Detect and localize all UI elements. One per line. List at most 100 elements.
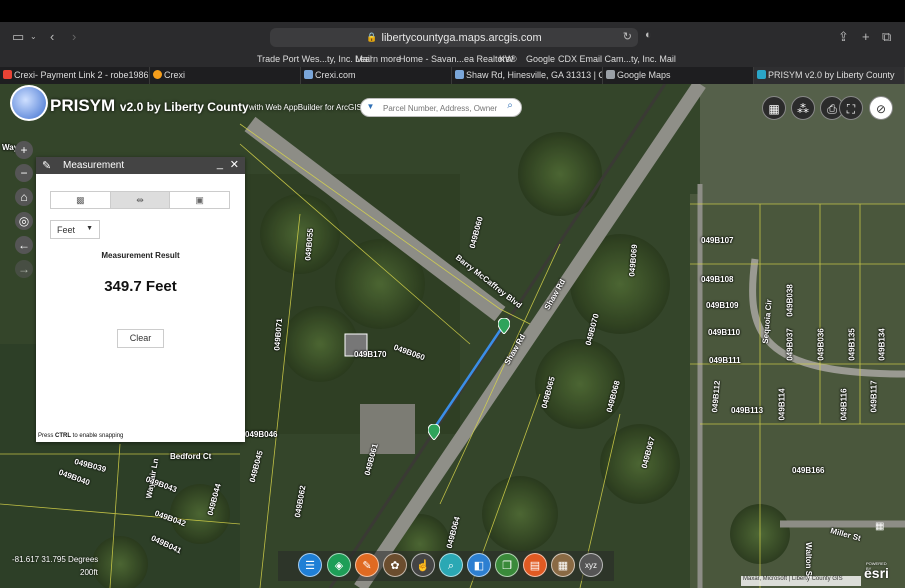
browser-top-bar bbox=[0, 0, 905, 22]
back-arrow-icon[interactable]: ← bbox=[15, 236, 33, 254]
result-label: Measurement Result bbox=[101, 251, 180, 260]
parcel-label: 049B110 bbox=[708, 328, 741, 337]
lock-icon: 🔒 bbox=[366, 32, 378, 42]
parcel-label: 049B108 bbox=[701, 275, 734, 284]
bookmark-item[interactable]: Learn more bbox=[355, 54, 401, 64]
layers-icon[interactable]: ◈ bbox=[327, 553, 351, 577]
measure-icon[interactable]: ✎ bbox=[355, 553, 379, 577]
parcel-label: 049B038 bbox=[785, 284, 795, 317]
tab-favicon-icon bbox=[3, 70, 12, 79]
draw-icon[interactable]: ✿ bbox=[383, 553, 407, 577]
search-box: ▼ ⌕ bbox=[360, 98, 522, 117]
browser-tab-active[interactable]: PRISYM v2.0 by Liberty County bbox=[754, 67, 905, 84]
parcel-label: 049B046 bbox=[245, 430, 278, 439]
tab-favicon-icon bbox=[304, 70, 313, 79]
area-tool-icon[interactable]: ▩ bbox=[51, 192, 111, 208]
swipe-icon[interactable]: ◧ bbox=[467, 553, 491, 577]
snapping-note: Press CTRL to enable snapping bbox=[38, 433, 124, 439]
parcel-label: 049B116 bbox=[839, 388, 849, 421]
report-icon[interactable]: ▤ bbox=[523, 553, 547, 577]
app-logo bbox=[10, 85, 48, 121]
parcel-label: 049B114 bbox=[777, 388, 787, 421]
basemap-gallery-icon[interactable]: ▦ bbox=[762, 96, 786, 120]
bookmark-item[interactable]: KW bbox=[499, 54, 514, 64]
esri-logo: POWERED BY esri bbox=[864, 561, 889, 581]
query-icon[interactable]: ⌕ bbox=[439, 553, 463, 577]
parcel-label: 049B135 bbox=[847, 328, 857, 361]
share-icon[interactable]: ⇪ bbox=[838, 29, 849, 45]
tab-strip: Crexi- Payment Link 2 - robe1986... Crex… bbox=[0, 67, 905, 84]
forward-icon[interactable]: › bbox=[72, 29, 76, 44]
tab-overview-icon[interactable]: ⧉ bbox=[882, 29, 891, 45]
tab-favicon-icon bbox=[757, 70, 766, 79]
bookmark-item[interactable]: CDX Email Cam...ty, Inc. Mail bbox=[558, 54, 676, 64]
distance-tool-icon[interactable]: ⇹ bbox=[110, 192, 171, 208]
clear-button[interactable]: Clear bbox=[117, 329, 164, 348]
share-network-icon[interactable]: ⁂ bbox=[791, 96, 815, 120]
app-title: PRISYM v2.0 by Liberty County bbox=[50, 96, 249, 115]
bookmarks-bar: Trade Port Wes...ty, Inc. Mail Learn mor… bbox=[0, 52, 905, 67]
coordinate-conversion-icon[interactable]: xyz bbox=[579, 553, 603, 577]
unit-select[interactable]: Feet ▼ bbox=[50, 220, 100, 239]
chevron-down-icon[interactable]: ▼ bbox=[364, 102, 377, 114]
browser-tab[interactable]: Crexi.com bbox=[301, 67, 452, 84]
parcel-label: 049B111 bbox=[709, 356, 741, 365]
browser-tab[interactable]: Shaw Rd, Hinesville, GA 31313 | C... bbox=[452, 67, 603, 84]
hide-eye-icon[interactable]: ⊘ bbox=[869, 96, 893, 120]
pencil-icon: ✎ bbox=[42, 160, 52, 172]
road-label: Walton St bbox=[803, 542, 813, 579]
measurement-panel: ✎ Measurement _ ✕ ▩ ⇹ ▣ Feet ▼ Measureme… bbox=[36, 157, 245, 442]
parcel-label: 049B113 bbox=[731, 406, 764, 415]
fullscreen-icon[interactable]: ⛶ bbox=[839, 96, 863, 120]
chevron-down-icon[interactable]: ⌄ bbox=[30, 32, 37, 41]
coordinate-readout: -81.617 31.795 Degrees bbox=[12, 555, 99, 564]
forward-arrow-icon[interactable]: → bbox=[15, 260, 33, 278]
tab-favicon-icon bbox=[606, 70, 615, 79]
location-tool-icon[interactable]: ▣ bbox=[170, 192, 229, 208]
select-icon[interactable]: ☝ bbox=[411, 553, 435, 577]
parcel-label: 049B170 bbox=[354, 350, 387, 359]
parcel-label: 049B037 bbox=[785, 328, 795, 361]
attribute-table-icon[interactable]: ▦ bbox=[875, 521, 887, 532]
locate-icon[interactable]: ◎ bbox=[15, 212, 33, 230]
zoom-in-icon[interactable]: + bbox=[15, 141, 33, 159]
shield-icon[interactable]: ◐ bbox=[645, 29, 652, 41]
zoom-out-icon[interactable]: − bbox=[15, 164, 33, 182]
url-text: libertycountyga.maps.arcgis.com bbox=[381, 31, 542, 44]
parcel-label: 049B109 bbox=[706, 301, 739, 310]
app-subtitle: with Web AppBuilder for ArcGIS bbox=[249, 103, 362, 112]
new-tab-icon[interactable]: + bbox=[862, 29, 870, 44]
map-attribution: Maxar, Microsoft | Liberty County GIS bbox=[741, 576, 861, 586]
grid-icon[interactable]: ▦ bbox=[551, 553, 575, 577]
road-label: Bedford Ct bbox=[170, 452, 212, 461]
home-icon[interactable]: ⌂ bbox=[15, 188, 33, 206]
reload-icon[interactable]: ↻ bbox=[623, 30, 632, 43]
parcel-label: 049B117 bbox=[869, 380, 879, 413]
scale-bar: 200ft bbox=[80, 568, 98, 577]
address-bar[interactable]: 🔒 libertycountyga.maps.arcgis.com ↻ bbox=[270, 28, 638, 47]
browser-tab[interactable]: Crexi- Payment Link 2 - robe1986... bbox=[0, 67, 150, 84]
measurement-panel-title: Measurement bbox=[63, 160, 125, 171]
sidebar-icon[interactable]: ▭ bbox=[12, 29, 24, 45]
bookmark-item[interactable]: Google bbox=[526, 54, 555, 64]
list-icon[interactable]: ☰ bbox=[298, 553, 322, 577]
browser-tab[interactable]: Crexi bbox=[150, 67, 301, 84]
tab-favicon-icon bbox=[455, 70, 464, 79]
measurement-panel-header: ✎ Measurement _ ✕ bbox=[36, 157, 245, 174]
search-input[interactable] bbox=[383, 101, 497, 115]
end-point-marker-icon[interactable] bbox=[428, 424, 440, 440]
measure-tool-row: ▩ ⇹ ▣ bbox=[50, 191, 230, 209]
browser-tab[interactable]: Google Maps bbox=[603, 67, 754, 84]
parcel-label: 049B107 bbox=[701, 236, 734, 245]
minimize-icon[interactable]: _ bbox=[217, 158, 223, 170]
parcel-label: 049B134 bbox=[877, 328, 887, 361]
search-icon[interactable]: ⌕ bbox=[502, 100, 518, 115]
tab-favicon-icon bbox=[153, 70, 162, 79]
parcel-label: 049B036 bbox=[816, 328, 826, 361]
chevron-down-icon: ▼ bbox=[86, 225, 93, 232]
back-icon[interactable]: ‹ bbox=[50, 29, 54, 44]
bookmark-icon[interactable]: ❐ bbox=[495, 553, 519, 577]
start-point-marker-icon[interactable] bbox=[498, 318, 510, 334]
parcel-label: 049B166 bbox=[792, 466, 825, 475]
close-icon[interactable]: ✕ bbox=[230, 158, 239, 171]
